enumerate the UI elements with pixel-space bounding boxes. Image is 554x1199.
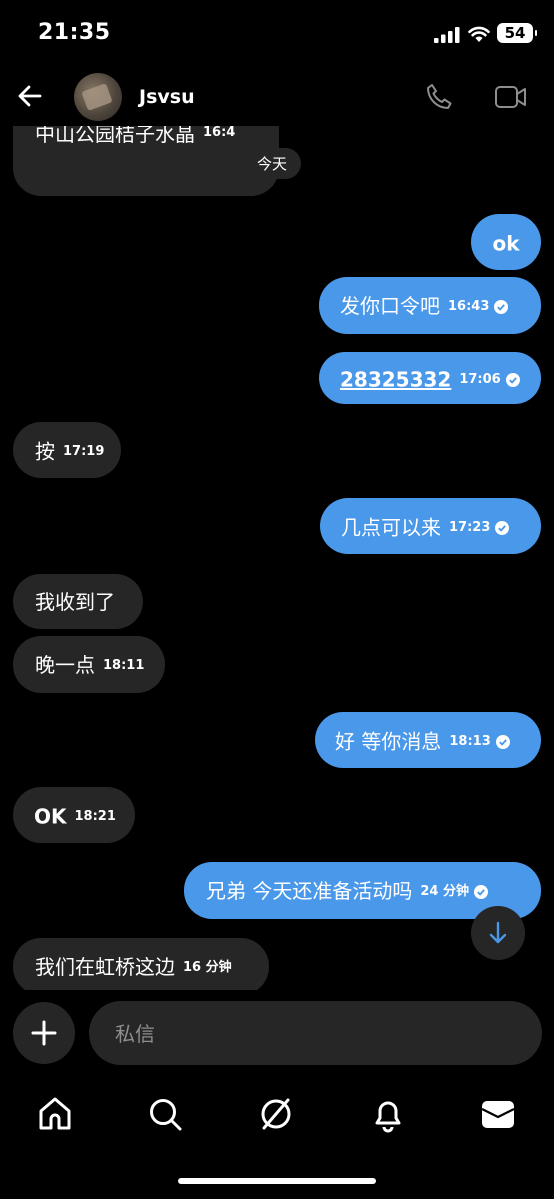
message-outgoing[interactable]: 好 等你消息 18:13 — [315, 712, 541, 768]
message-incoming[interactable]: 上海 中山公园桔子水晶16:4 — [13, 126, 279, 196]
explore-compass-icon[interactable] — [256, 1094, 296, 1134]
message-text: 中山公园桔子水晶 — [35, 126, 195, 146]
message-time: 18:13 — [449, 733, 491, 749]
cellular-signal-icon — [434, 27, 460, 43]
message-incoming[interactable]: 我们在虹桥这边 16 分钟 — [13, 938, 269, 990]
message-incoming[interactable]: OK 18:21 — [13, 787, 135, 843]
avatar[interactable] — [74, 73, 122, 121]
message-thread[interactable]: 上海 中山公园桔子水晶16:4 今天 ok 发你口令吧16:43 2832533… — [0, 126, 554, 990]
status-time: 21:35 — [38, 20, 111, 45]
message-text: 我收到了 — [35, 590, 115, 614]
message-text: 按 — [35, 439, 55, 464]
message-text: OK — [34, 804, 67, 829]
message-time: 17:06 — [459, 371, 501, 387]
message-text: 兄弟 今天还准备活动吗 — [206, 879, 413, 903]
message-time: 16:43 — [448, 299, 490, 314]
message-text: 好 等你消息 — [335, 729, 442, 754]
message-time: 17:19 — [63, 443, 105, 459]
message-outgoing[interactable]: 几点可以来 17:23 — [320, 498, 541, 554]
sent-check-icon — [473, 884, 488, 899]
message-time: 18:11 — [103, 658, 145, 673]
bottom-nav — [0, 1086, 554, 1146]
home-indicator[interactable] — [178, 1178, 376, 1184]
message-text: 发你口令吧 — [340, 294, 440, 318]
notifications-bell-icon[interactable] — [368, 1094, 408, 1134]
sent-check-icon — [495, 734, 510, 749]
day-separator: 今天 — [243, 148, 302, 179]
sent-check-icon — [494, 299, 509, 314]
message-time: 17:23 — [449, 519, 491, 535]
message-composer[interactable] — [89, 1001, 542, 1067]
status-bar: 21:35 54 — [0, 0, 554, 70]
search-icon[interactable] — [145, 1094, 185, 1134]
message-time: 16:4 — [203, 126, 236, 140]
message-incoming[interactable]: 我收到了 — [13, 574, 143, 629]
inbox-icon[interactable] — [478, 1094, 518, 1134]
message-time: 18:21 — [74, 808, 116, 824]
wifi-icon — [468, 26, 490, 42]
scroll-to-bottom-button[interactable] — [471, 906, 525, 960]
back-arrow-icon[interactable] — [14, 80, 46, 112]
message-time: 24 分钟 — [420, 884, 469, 899]
message-input[interactable] — [113, 1001, 517, 1067]
contact-name[interactable]: Jsvsu — [139, 86, 195, 108]
video-camera-icon[interactable] — [494, 84, 528, 110]
message-incoming[interactable]: 晚一点 18:11 — [13, 636, 165, 693]
plus-icon — [31, 1020, 57, 1046]
battery-icon: 54 — [497, 23, 537, 43]
sent-check-icon — [505, 372, 520, 387]
message-time: 16 分钟 — [183, 960, 232, 975]
message-incoming[interactable]: 按 17:19 — [13, 422, 121, 478]
home-icon[interactable] — [35, 1094, 75, 1134]
phone-icon[interactable] — [424, 82, 454, 112]
add-attachment-button[interactable] — [13, 1002, 75, 1064]
message-link[interactable]: 28325332 — [340, 368, 451, 392]
arrow-down-icon — [489, 921, 507, 944]
sent-check-icon — [495, 520, 510, 535]
message-text: 我们在虹桥这边 — [35, 955, 175, 979]
message-text: ok — [492, 231, 520, 256]
message-outgoing[interactable]: ok — [471, 214, 541, 270]
message-outgoing[interactable]: 发你口令吧 16:43 — [319, 277, 541, 334]
message-text: 晚一点 — [35, 653, 95, 677]
chat-header: Jsvsu — [0, 70, 554, 126]
message-text: 几点可以来 — [341, 515, 441, 540]
message-outgoing[interactable]: 28325332 17:06 — [319, 352, 541, 404]
